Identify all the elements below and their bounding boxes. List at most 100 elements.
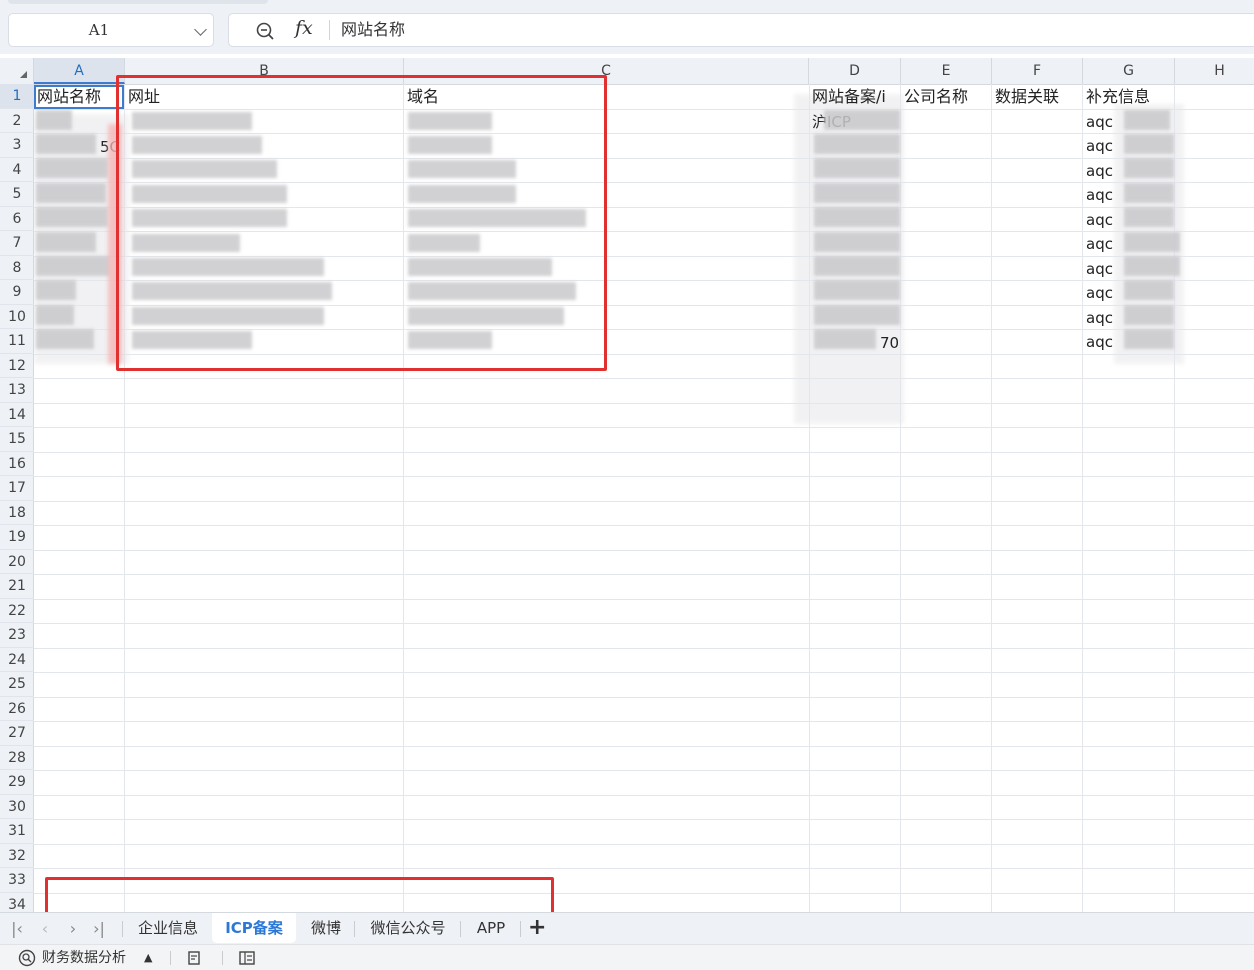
row-header[interactable]: 25 (0, 672, 34, 697)
row-header[interactable]: 2 (0, 109, 34, 133)
row-header[interactable]: 17 (0, 476, 34, 501)
redacted-cell-content (36, 134, 96, 154)
view-icon[interactable] (238, 949, 256, 967)
row-header[interactable]: 26 (0, 697, 34, 721)
redacted-cell-content (1124, 110, 1170, 130)
row-header[interactable]: 18 (0, 501, 34, 525)
analysis-icon[interactable] (18, 949, 36, 967)
row-header-bar: 1 2 3 4 5 6 7 8 9 10 11 12 13 14 15 16 17 18 19 20 21 22 23 24 2… (0, 84, 34, 917)
cell-g-prefix[interactable]: aqc (1086, 257, 1126, 281)
tab-wechat[interactable]: 微信公众号 (360, 913, 456, 943)
row-header[interactable]: 21 (0, 574, 34, 599)
row-header[interactable]: 28 (0, 746, 34, 770)
redacted-cell-content (36, 183, 106, 203)
column-header-e[interactable]: E (901, 58, 992, 84)
row-header[interactable]: 19 (0, 525, 34, 550)
row-header[interactable]: 4 (0, 158, 34, 182)
cell-reference: A1 (88, 21, 110, 39)
redacted-cell-content (1124, 256, 1180, 276)
protect-icon[interactable] (186, 949, 204, 967)
next-sheet-icon[interactable]: › (64, 919, 82, 938)
row-header[interactable]: 30 (0, 795, 34, 819)
last-sheet-icon[interactable]: ›| (90, 919, 108, 938)
tab-separator (354, 921, 355, 937)
row-header[interactable]: 24 (0, 648, 34, 672)
first-sheet-icon[interactable]: |‹ (8, 919, 26, 938)
cell-g-prefix[interactable]: aqc (1086, 159, 1126, 183)
cell-e1[interactable]: 公司名称 (904, 85, 994, 109)
redacted-cell-content (36, 158, 108, 178)
row-header[interactable]: 16 (0, 452, 34, 476)
cell-g-prefix[interactable]: aqc (1086, 281, 1126, 305)
cell-g-prefix[interactable]: aqc (1086, 306, 1126, 330)
row-header[interactable]: 10 (0, 305, 34, 329)
column-header-d[interactable]: D (809, 58, 901, 84)
name-box[interactable]: A1 (8, 13, 214, 47)
grid-row-line (34, 427, 1254, 428)
cell-d1[interactable]: 网站备案/i (812, 85, 902, 109)
row-header[interactable]: 20 (0, 550, 34, 574)
tab-icp[interactable]: ICP备案 (212, 913, 296, 943)
function-icon[interactable]: fx (295, 17, 313, 39)
row-header[interactable]: 23 (0, 623, 34, 648)
chevron-down-icon[interactable] (194, 23, 207, 36)
row-header[interactable]: 32 (0, 844, 34, 868)
analysis-label[interactable]: 财务数据分析 (42, 948, 126, 968)
grid-row-line (34, 868, 1254, 869)
cell-g-prefix[interactable]: aqc (1086, 330, 1126, 354)
cell-g-prefix[interactable]: aqc (1086, 110, 1126, 134)
caret-up-icon[interactable]: ▲ (144, 948, 152, 968)
row-header[interactable]: 27 (0, 721, 34, 746)
prev-sheet-icon[interactable]: ‹ (36, 919, 54, 938)
redacted-cell-content (814, 134, 900, 154)
row-header[interactable]: 15 (0, 427, 34, 452)
row-header[interactable]: 3 (0, 133, 34, 158)
row-header[interactable]: 29 (0, 770, 34, 795)
cell-g-prefix[interactable]: aqc (1086, 232, 1126, 256)
redacted-cell-content (1124, 134, 1174, 154)
row-header[interactable]: 31 (0, 819, 34, 844)
row-header[interactable]: 12 (0, 354, 34, 378)
tab-separator (122, 921, 123, 937)
active-cell-a1[interactable] (34, 85, 124, 109)
tab-weibo[interactable]: 微博 (300, 913, 352, 943)
redacted-cell-content (814, 158, 900, 178)
redacted-cell-content (1124, 183, 1174, 203)
formula-content[interactable]: 网站名称 (341, 14, 405, 46)
grid-row-line (34, 770, 1254, 771)
row-header[interactable]: 9 (0, 280, 34, 305)
column-header-f[interactable]: F (992, 58, 1083, 84)
add-sheet-button[interactable]: + (528, 915, 546, 940)
cell-g-prefix[interactable]: aqc (1086, 208, 1126, 232)
column-header-a[interactable]: A (34, 58, 125, 84)
redacted-cell-content (824, 110, 900, 130)
cell-f1[interactable]: 数据关联 (995, 85, 1085, 109)
row-header[interactable]: 8 (0, 256, 34, 280)
row-header[interactable]: 1 (0, 84, 34, 109)
zoom-icon[interactable] (255, 21, 275, 41)
cell-d11[interactable]: 70 (880, 331, 910, 355)
cell-g1[interactable]: 补充信息 (1086, 85, 1176, 109)
tab-company-info[interactable]: 企业信息 (128, 913, 208, 943)
row-header[interactable]: 6 (0, 207, 34, 231)
row-header[interactable]: 11 (0, 329, 34, 354)
column-header-h[interactable]: H (1175, 58, 1254, 84)
annotation-box-columns (116, 75, 607, 371)
row-header[interactable]: 14 (0, 403, 34, 427)
select-all-corner[interactable] (0, 58, 34, 84)
row-header[interactable]: 33 (0, 868, 34, 893)
formula-input[interactable]: fx 网站名称 (228, 13, 1254, 47)
cell-g-prefix[interactable]: aqc (1086, 183, 1126, 207)
redacted-cell-content (814, 256, 900, 276)
redacted-cell-content (814, 280, 900, 300)
row-header[interactable]: 7 (0, 231, 34, 256)
row-header[interactable]: 5 (0, 182, 34, 207)
grid-row-line (34, 378, 1254, 379)
column-header-g[interactable]: G (1083, 58, 1175, 84)
cell-g-prefix[interactable]: aqc (1086, 134, 1126, 158)
row-header[interactable]: 13 (0, 378, 34, 403)
redacted-cell-content (36, 256, 110, 276)
tab-app[interactable]: APP (466, 913, 516, 943)
redacted-cell-content (1124, 158, 1174, 178)
row-header[interactable]: 22 (0, 599, 34, 623)
